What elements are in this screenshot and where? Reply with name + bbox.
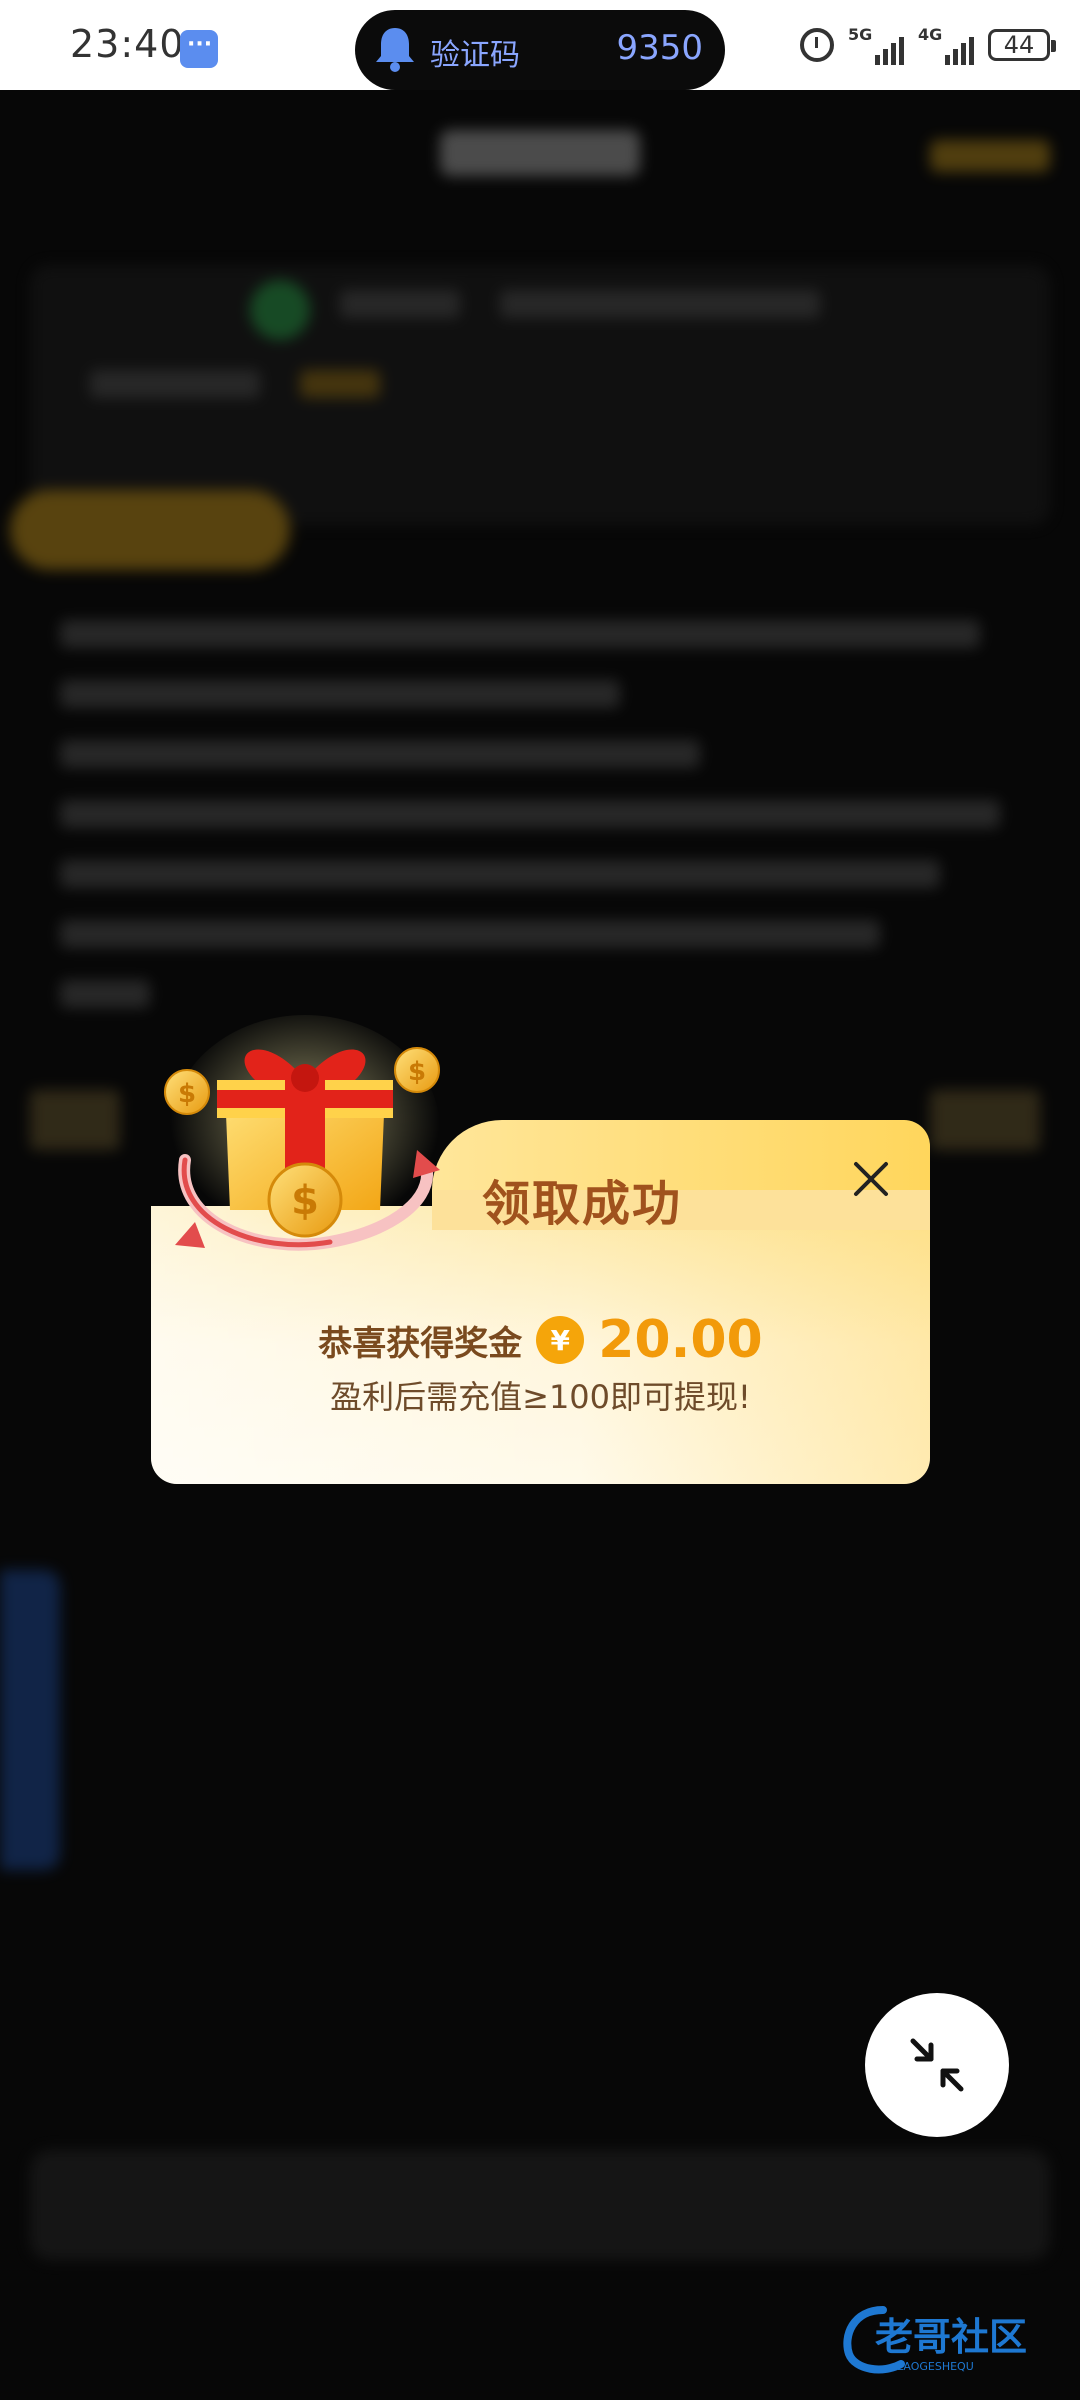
bg-side-tab bbox=[0, 1570, 60, 1870]
signal-4g-icon: 4G bbox=[918, 25, 974, 65]
bg-text-line bbox=[60, 920, 880, 948]
alarm-icon bbox=[800, 28, 834, 62]
status-icons: 5G 4G 44 bbox=[800, 22, 1056, 68]
bg-text-line bbox=[340, 290, 460, 318]
bg-text-line bbox=[60, 620, 980, 648]
reward-line: 恭喜获得奖金 ¥ 20.00 bbox=[151, 1310, 930, 1370]
signal-5g-icon: 5G bbox=[848, 25, 904, 65]
bg-bottom-button bbox=[30, 2150, 1050, 2260]
bg-text-line bbox=[60, 740, 700, 768]
bg-text-line bbox=[300, 370, 380, 398]
svg-text:$: $ bbox=[408, 1057, 426, 1087]
bg-text-line bbox=[90, 370, 260, 398]
status-time: 23:40 bbox=[70, 22, 185, 66]
svg-text:$: $ bbox=[178, 1079, 196, 1109]
bg-text-line bbox=[60, 680, 620, 708]
svg-text:$: $ bbox=[291, 1178, 319, 1224]
dialog-title: 领取成功 bbox=[482, 1176, 683, 1232]
notification-title: 验证码 bbox=[430, 38, 520, 73]
battery-icon: 44 bbox=[988, 29, 1056, 61]
bg-text-line bbox=[30, 1090, 120, 1150]
bg-avatar bbox=[250, 280, 310, 340]
minimize-arrows-icon bbox=[910, 2038, 964, 2092]
bg-title-placeholder bbox=[440, 130, 640, 176]
yen-coin-icon: ¥ bbox=[536, 1316, 585, 1364]
message-app-icon bbox=[180, 30, 218, 68]
watermark-logo: 老哥社区 LAOGESHEQU bbox=[843, 2306, 1027, 2374]
bg-text-line bbox=[60, 860, 940, 888]
bg-text-line bbox=[60, 800, 1000, 828]
bg-text-line bbox=[930, 1090, 1040, 1150]
watermark-text: 老哥社区 bbox=[875, 2315, 1027, 2359]
status-bar: 23:40 验证码 9350 5G 4G 44 bbox=[0, 0, 1080, 90]
bg-text-line bbox=[60, 980, 150, 1008]
minimize-button[interactable] bbox=[865, 1993, 1009, 2137]
notification-island[interactable]: 验证码 9350 bbox=[355, 10, 725, 90]
bell-icon bbox=[376, 28, 414, 72]
withdraw-hint: 盈利后需充值≥100即可提现! bbox=[330, 1378, 751, 1416]
gift-box-icon: $ $ $ bbox=[164, 1015, 440, 1251]
reward-amount: 20.00 bbox=[598, 1310, 763, 1370]
watermark-subtext: LAOGESHEQU bbox=[897, 2360, 974, 2373]
bg-pill bbox=[10, 490, 290, 570]
network-5g-label: 5G bbox=[848, 25, 873, 44]
bg-link-placeholder bbox=[930, 140, 1050, 172]
notification-code: 9350 bbox=[616, 28, 703, 68]
network-4g-label: 4G bbox=[918, 25, 943, 44]
close-icon[interactable] bbox=[848, 1156, 894, 1202]
bg-text-line bbox=[500, 290, 820, 318]
reward-label: 恭喜获得奖金 bbox=[318, 1323, 523, 1364]
